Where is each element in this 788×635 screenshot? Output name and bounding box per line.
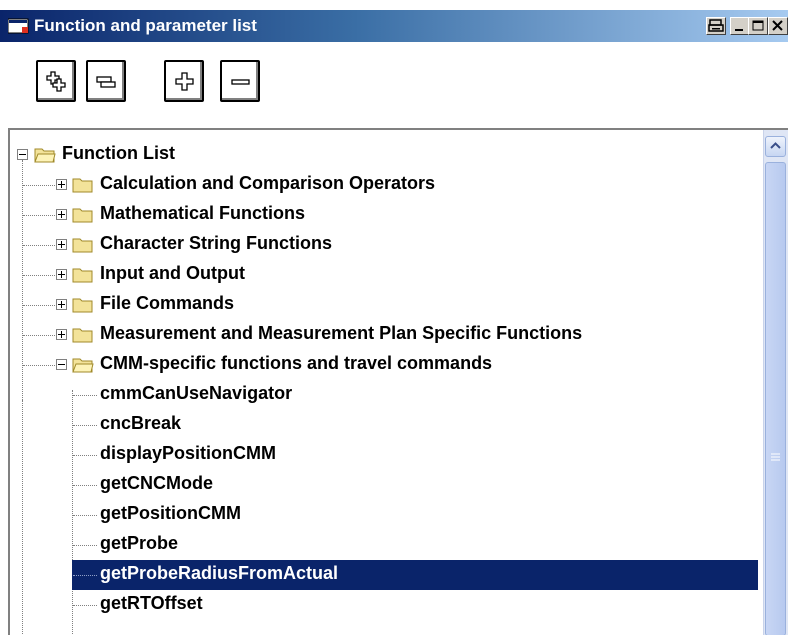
function-item[interactable]: cncBreak <box>10 410 758 440</box>
folder-open-icon <box>72 358 94 373</box>
function-item-label: getRTOffset <box>100 593 203 613</box>
close-icon <box>772 20 783 31</box>
minimize-icon <box>735 29 743 31</box>
function-item-label: getPositionCMM <box>100 503 241 523</box>
tree-connector <box>73 485 97 486</box>
function-item[interactable]: getProbe <box>10 530 758 560</box>
function-item[interactable]: displayPositionCMM <box>10 440 758 470</box>
function-item[interactable]: cmmCanUseNavigator <box>10 380 758 410</box>
expand-all-button[interactable] <box>36 60 76 102</box>
folder-icon <box>72 268 93 283</box>
window-title: Function and parameter list <box>34 16 257 35</box>
tree-category-label: Input and Output <box>100 263 245 283</box>
grip-icon <box>771 453 780 461</box>
expand-toggle[interactable] <box>56 269 67 280</box>
tree-category[interactable]: Measurement and Measurement Plan Specifi… <box>10 320 758 350</box>
expand-toggle[interactable] <box>56 329 67 340</box>
expand-button[interactable] <box>164 60 204 102</box>
minimize-button[interactable] <box>730 17 750 35</box>
tree-category[interactable]: Input and Output <box>10 260 758 290</box>
collapse-all-icon <box>96 76 116 88</box>
app-icon <box>8 18 29 34</box>
expand-toggle[interactable] <box>56 299 67 310</box>
tree-connector <box>73 575 97 576</box>
function-item-label: getProbe <box>100 533 179 553</box>
print-button[interactable] <box>706 17 726 35</box>
tree-connector <box>73 395 97 396</box>
tree-category-expanded[interactable]: CMM-specific functions and travel comman… <box>10 350 758 380</box>
collapse-button[interactable] <box>220 60 260 102</box>
tree-category-label: File Commands <box>100 293 235 313</box>
function-item-label: cmmCanUseNavigator <box>100 383 293 403</box>
tree-category-label: Character String Functions <box>100 233 333 253</box>
function-item-label: getProbeRadiusFromActual <box>100 563 339 583</box>
tree-category[interactable]: Calculation and Comparison Operators <box>10 170 758 200</box>
folder-icon <box>72 208 93 223</box>
scroll-up-button[interactable] <box>765 136 786 157</box>
tree-root-label: Function List <box>62 143 175 163</box>
close-button[interactable] <box>768 17 788 35</box>
maximize-button[interactable] <box>748 17 768 35</box>
collapse-toggle[interactable] <box>56 359 67 370</box>
tree-connector <box>73 545 97 546</box>
function-item[interactable]: getPositionCMM <box>10 500 758 530</box>
tree-category[interactable]: Character String Functions <box>10 230 758 260</box>
folder-icon <box>72 238 93 253</box>
function-item-label: getCNCMode <box>100 473 213 493</box>
chevron-up-icon <box>770 142 781 149</box>
toolbar <box>0 42 788 128</box>
expand-icon <box>175 72 194 91</box>
tree-category[interactable]: File Commands <box>10 290 758 320</box>
collapse-all-button[interactable] <box>86 60 126 102</box>
tree-category-label: CMM-specific functions and travel comman… <box>100 353 493 373</box>
vertical-scrollbar[interactable] <box>763 130 788 635</box>
tree-connector <box>73 425 97 426</box>
tree-connector <box>73 455 97 456</box>
tree-root[interactable]: Function List <box>10 140 758 170</box>
function-item-label: cncBreak <box>100 413 182 433</box>
folder-icon <box>72 298 93 313</box>
folder-icon <box>72 328 93 343</box>
title-bar[interactable]: Function and parameter list <box>0 10 788 42</box>
collapse-icon <box>231 79 250 85</box>
function-item[interactable]: getCNCMode <box>10 470 758 500</box>
folder-icon <box>72 178 93 193</box>
tree-category-label: Calculation and Comparison Operators <box>100 173 436 193</box>
tree-category-label: Measurement and Measurement Plan Specifi… <box>100 323 583 343</box>
function-item[interactable]: getRTOffset <box>10 590 758 620</box>
folder-open-icon <box>34 148 56 163</box>
collapse-toggle[interactable] <box>17 149 28 160</box>
tree-category[interactable]: Mathematical Functions <box>10 200 758 230</box>
function-item-selected[interactable]: getProbeRadiusFromActual <box>72 560 758 590</box>
expand-all-icon <box>46 71 66 92</box>
maximize-icon <box>752 20 764 31</box>
function-parameter-window: Function and parameter list Function Lis… <box>0 0 788 635</box>
expand-toggle[interactable] <box>56 239 67 250</box>
expand-toggle[interactable] <box>56 179 67 190</box>
function-tree[interactable]: Function List Calculation and Comparison… <box>8 128 788 635</box>
tree-connector <box>73 605 97 606</box>
tree-connector <box>73 515 97 516</box>
tree-category-label: Mathematical Functions <box>100 203 306 223</box>
scroll-thumb[interactable] <box>765 162 786 635</box>
expand-toggle[interactable] <box>56 209 67 220</box>
print-icon <box>708 19 724 32</box>
function-item-label: displayPositionCMM <box>100 443 277 463</box>
